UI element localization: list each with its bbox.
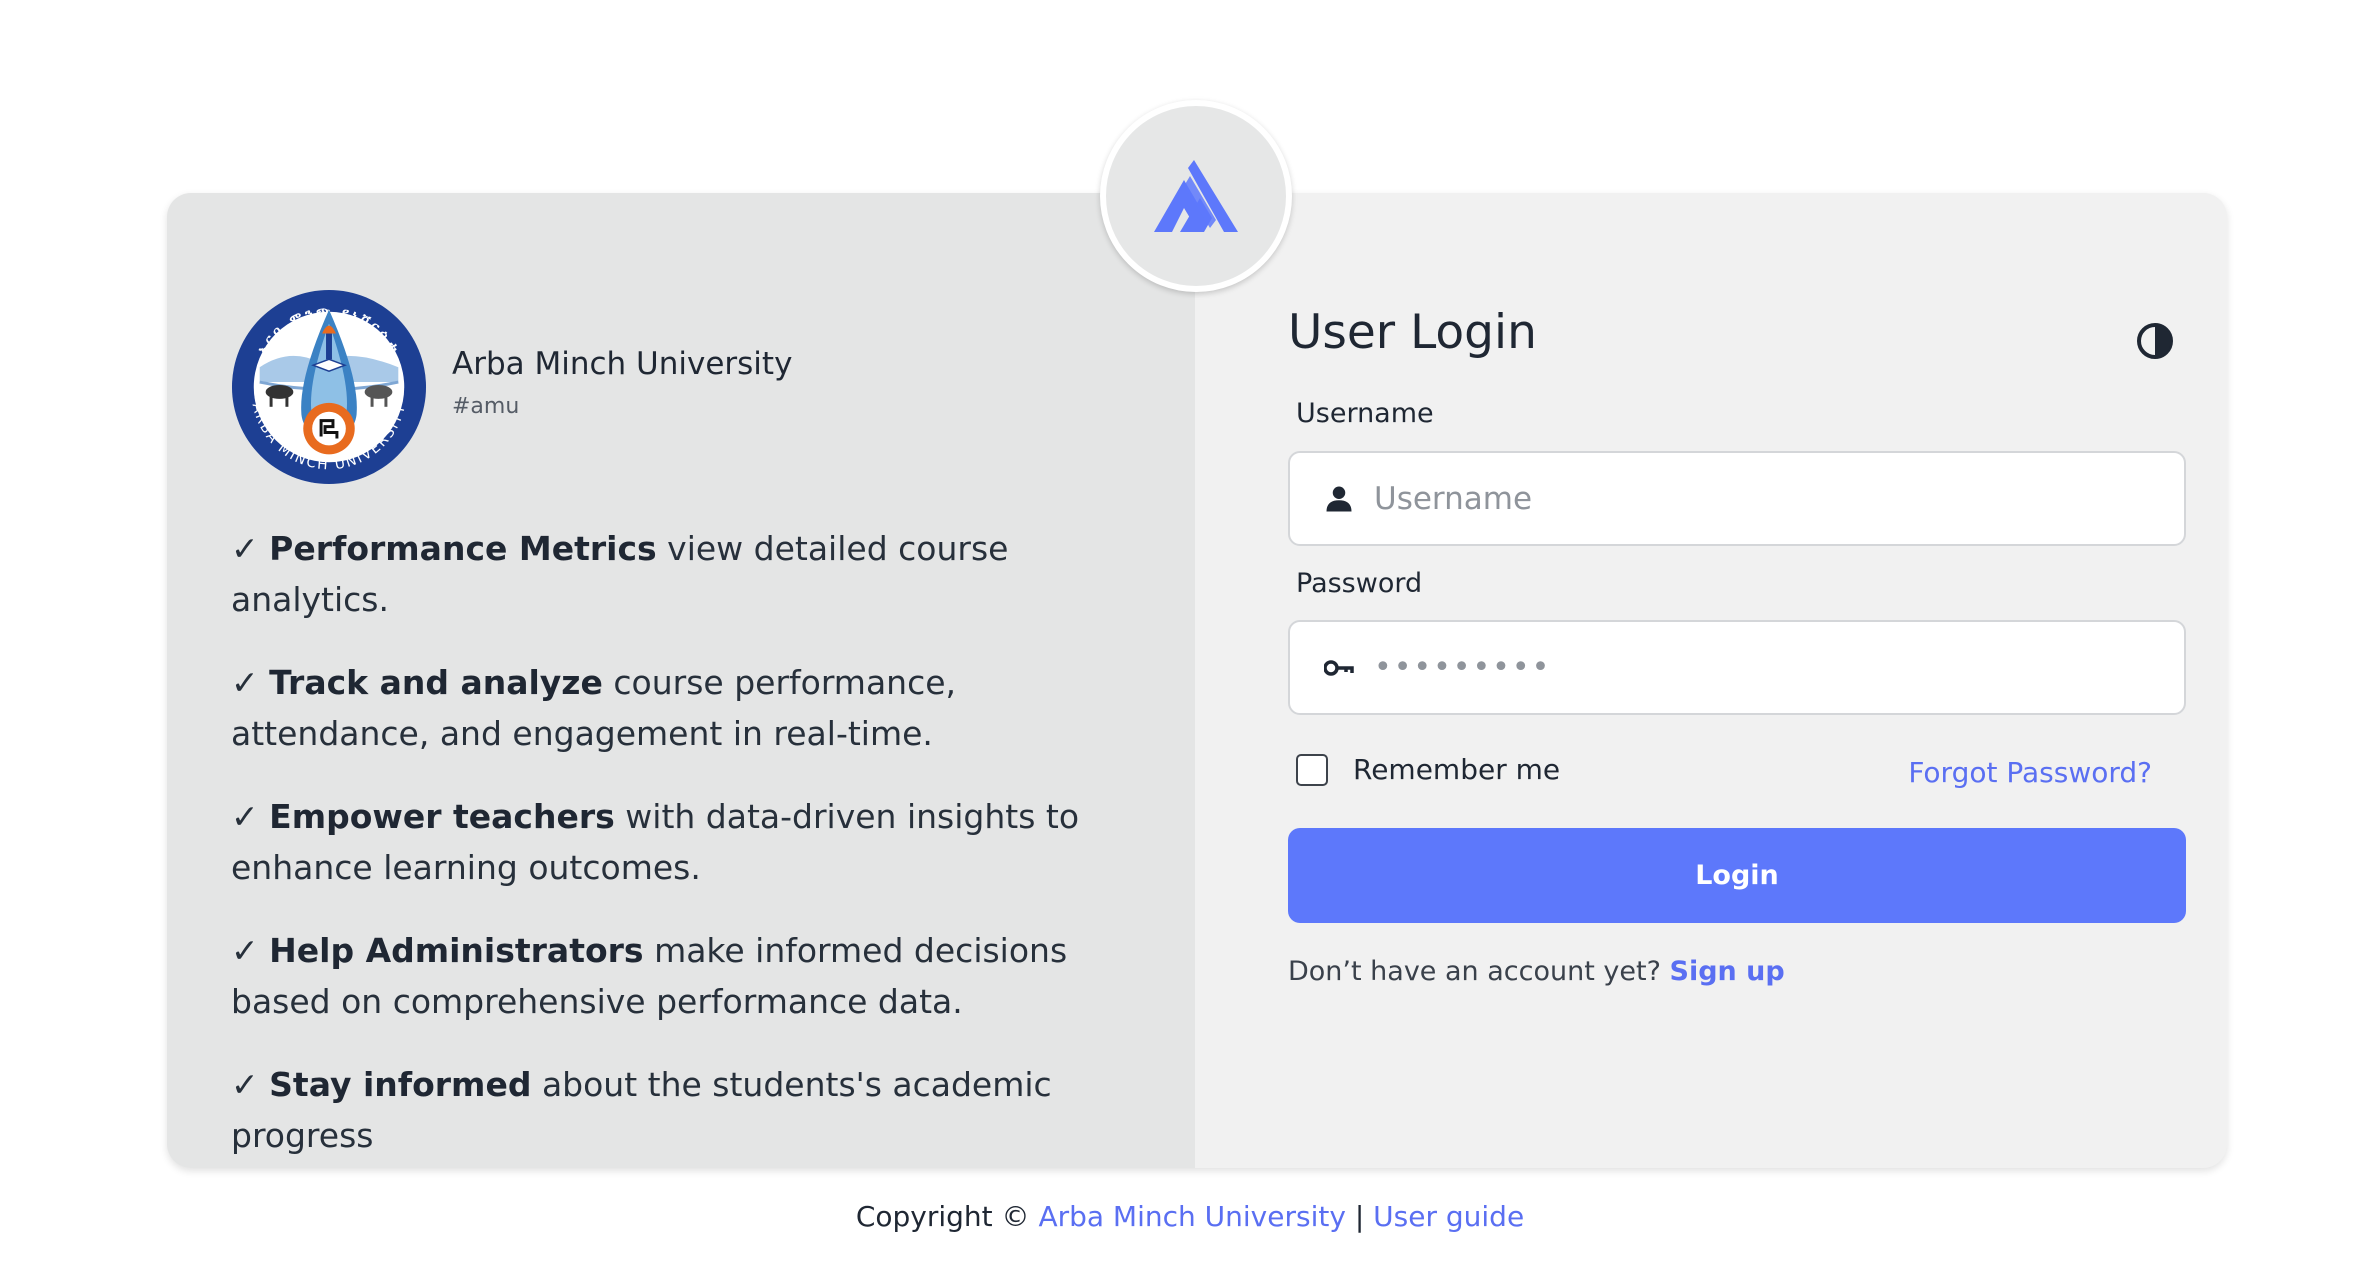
footer-university-link[interactable]: Arba Minch University xyxy=(1038,1200,1345,1233)
username-label: Username xyxy=(1296,398,1434,429)
user-icon xyxy=(1326,486,1352,511)
login-title: User Login xyxy=(1288,305,1537,360)
login-panel: User Login Username Password Remember me xyxy=(1195,193,2227,1168)
mountain-logo-icon xyxy=(1154,160,1238,232)
copyright-text: Copyright © xyxy=(855,1200,1030,1233)
password-field[interactable] xyxy=(1288,620,2186,715)
remember-me[interactable]: Remember me xyxy=(1296,753,1560,786)
footer: Copyright © Arba Minch University | User… xyxy=(0,1200,2380,1233)
password-label: Password xyxy=(1296,568,1423,599)
forgot-password-link[interactable]: Forgot Password? xyxy=(1908,756,2152,789)
feature-item: ✓ Help Administrators make informed deci… xyxy=(231,931,1068,1021)
feature-item: ✓ Performance Metrics view detailed cour… xyxy=(231,529,1009,619)
user-guide-link[interactable]: User guide xyxy=(1373,1200,1524,1233)
key-icon xyxy=(1324,659,1354,676)
password-input[interactable] xyxy=(1374,650,2154,685)
footer-separator: | xyxy=(1354,1200,1365,1233)
remember-label: Remember me xyxy=(1353,753,1561,786)
feature-item: ✓ Empower teachers with data-driven insi… xyxy=(231,797,1080,887)
feature-item: ✓ Track and analyze course performance, … xyxy=(231,663,957,753)
app-logo xyxy=(1100,100,1292,292)
login-button[interactable]: Login xyxy=(1288,828,2186,923)
university-tag: #amu xyxy=(452,393,520,419)
university-header: አርባ ምንጭ ዩኒቨርሲቲ ARBA MINCH UNIVERSITY Arb… xyxy=(230,288,792,486)
username-field[interactable] xyxy=(1288,451,2186,546)
username-input[interactable] xyxy=(1374,480,2154,517)
feature-list: ✓ Performance Metrics view detailed cour… xyxy=(231,523,1131,1168)
university-name: Arba Minch University xyxy=(452,345,793,382)
theme-toggle-icon[interactable] xyxy=(2135,321,2175,361)
signup-prompt: Don’t have an account yet? Sign up xyxy=(1288,956,1785,987)
remember-checkbox[interactable] xyxy=(1296,753,1328,786)
login-card: አርባ ምንጭ ዩኒቨርሲቲ ARBA MINCH UNIVERSITY Arb… xyxy=(167,193,2227,1168)
info-panel: አርባ ምንጭ ዩኒቨርሲቲ ARBA MINCH UNIVERSITY Arb… xyxy=(167,193,1195,1168)
signup-link[interactable]: Sign up xyxy=(1670,956,1785,987)
feature-item: ✓ Stay informed about the students's aca… xyxy=(231,1065,1052,1155)
university-seal-logo: አርባ ምንጭ ዩኒቨርሲቲ ARBA MINCH UNIVERSITY xyxy=(231,289,427,485)
